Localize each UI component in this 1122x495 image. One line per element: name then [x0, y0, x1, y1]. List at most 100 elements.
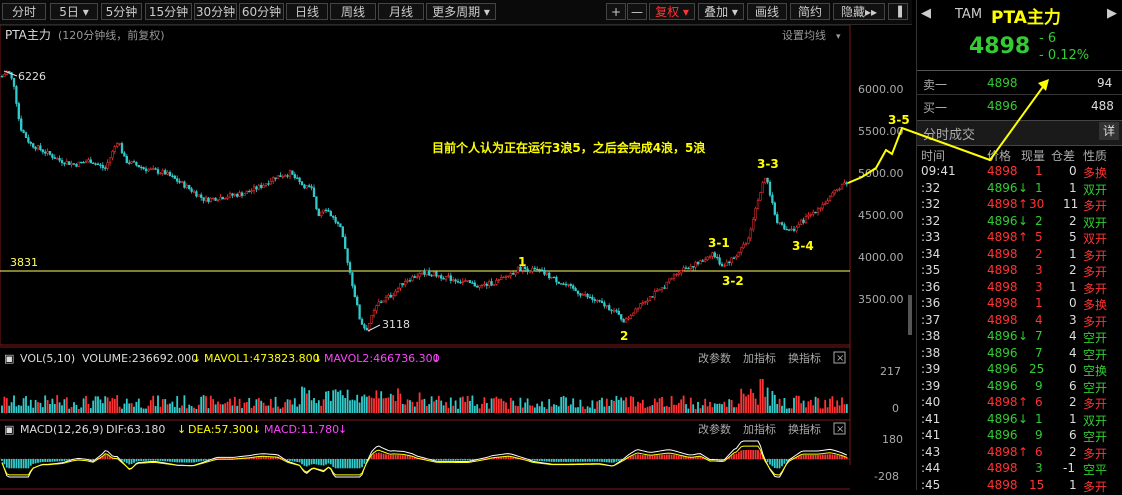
period-5day-button[interactable]: 5日 ▾	[50, 3, 98, 20]
candle-body	[820, 208, 822, 209]
volume-collapse-icon[interactable]: ▣	[4, 352, 14, 365]
candle-body	[318, 209, 320, 216]
candle-body	[810, 214, 812, 215]
macd-bar	[635, 455, 637, 460]
candle-body	[114, 147, 116, 152]
candle-body	[296, 178, 298, 179]
macd-add-indicator-button[interactable]: 加指标	[743, 422, 776, 436]
simple-mode-button[interactable]: 简约	[790, 3, 830, 20]
volume-change-indicator-button[interactable]: 换指标	[788, 351, 821, 365]
volume-bar	[493, 398, 495, 413]
volume-add-indicator-button[interactable]: 加指标	[743, 351, 776, 365]
col-nature: 性质	[1083, 147, 1107, 164]
candle-body	[220, 197, 222, 200]
candle-body	[236, 194, 238, 196]
candle-body	[644, 302, 646, 303]
prev-symbol-icon[interactable]: ◀	[921, 6, 931, 21]
more-periods-button[interactable]: 更多周期 ▾	[426, 3, 496, 20]
zoom-in-button[interactable]: +	[606, 3, 626, 20]
period-weekly-button[interactable]: 周线	[330, 3, 376, 20]
tick-oi-change: 4	[1069, 329, 1077, 343]
volume-bar	[779, 399, 781, 413]
macd-bar	[196, 459, 198, 462]
volume-edit-params-button[interactable]: 改参数	[698, 351, 731, 365]
macd-bar	[124, 459, 126, 462]
volume-bar	[253, 406, 255, 413]
candle-body	[265, 184, 267, 186]
macd-bar	[59, 459, 61, 461]
tick-time: :41	[921, 428, 940, 442]
candle-body	[407, 280, 409, 281]
mavol1-value: MAVOL1:473823.800	[204, 352, 320, 365]
panel-scroll-handle[interactable]	[908, 295, 912, 335]
overlay-button[interactable]: 叠加 ▾	[698, 3, 744, 20]
period-monthly-button[interactable]: 月线	[378, 3, 424, 20]
macd-bar	[390, 455, 392, 459]
candle-body	[368, 323, 370, 330]
close-icon[interactable]: ×	[836, 353, 844, 364]
candle-body	[426, 270, 428, 274]
panel-toggle-icon[interactable]: ▐	[888, 3, 908, 20]
zoom-out-button[interactable]: —	[627, 3, 647, 20]
restore-rights-button[interactable]: 复权 ▾	[649, 3, 695, 20]
candle-body	[541, 270, 543, 271]
candle-body	[121, 143, 123, 153]
draw-line-button[interactable]: 画线	[747, 3, 787, 20]
macd-bar	[18, 459, 20, 468]
candle-body	[172, 176, 174, 177]
volume-bar	[1, 406, 3, 413]
ticks-detail-button[interactable]: 详	[1099, 122, 1119, 140]
macd-bar	[404, 455, 406, 459]
candle-body	[320, 212, 322, 216]
candle-body	[510, 273, 512, 276]
tick-row: :394896250空换	[917, 362, 1122, 379]
hide-button[interactable]: 隐藏▸▸	[833, 3, 885, 20]
candle-body	[472, 283, 474, 284]
volume-bar	[191, 406, 193, 413]
volume-bar	[728, 399, 730, 413]
candle-body	[721, 264, 723, 266]
period-15min-button[interactable]: 15分钟	[145, 3, 192, 20]
macd-bar	[311, 459, 313, 464]
candle-body	[47, 151, 49, 153]
ask1-row: 卖一 4898 94	[917, 76, 1122, 93]
candle-body	[373, 311, 375, 316]
candle-body	[481, 285, 483, 286]
ma-settings-button[interactable]: 设置均线	[782, 28, 826, 42]
candle-body	[354, 286, 356, 297]
candle-body	[136, 162, 138, 165]
volume-bar	[155, 406, 157, 413]
candle-body	[846, 183, 848, 184]
tick-nature: 空换	[1083, 362, 1107, 379]
period-60min-button[interactable]: 60分钟	[239, 3, 284, 20]
volume-bar	[200, 397, 202, 413]
volume-bar	[548, 399, 550, 413]
candle-body	[1, 76, 3, 77]
chevron-down-icon: ▾	[83, 5, 89, 19]
macd-bar	[32, 459, 34, 464]
volume-bar	[167, 404, 169, 413]
volume-bar	[685, 404, 687, 413]
macd-bar	[313, 459, 315, 464]
next-symbol-icon[interactable]: ▶	[1107, 6, 1117, 21]
close-icon[interactable]: ×	[836, 424, 844, 435]
period-intraday-button[interactable]: 分时	[2, 3, 46, 20]
volume-bar	[49, 404, 51, 413]
tick-row: :434898↑62多开	[917, 445, 1122, 462]
period-daily-button[interactable]: 日线	[286, 3, 328, 20]
period-30min-button[interactable]: 30分钟	[194, 3, 237, 20]
volume-bar	[594, 409, 596, 413]
volume-bar	[604, 407, 606, 413]
macd-bar	[760, 452, 762, 459]
macd-bar	[563, 459, 565, 462]
volume-bar	[445, 402, 447, 413]
macd-change-indicator-button[interactable]: 换指标	[788, 422, 821, 436]
macd-collapse-icon[interactable]: ▣	[4, 423, 14, 436]
tick-nature: 多换	[1083, 164, 1107, 181]
tick-nature: 空开	[1083, 379, 1107, 396]
tick-oi-change: 0	[1069, 362, 1077, 376]
macd-bar	[757, 450, 759, 459]
volume-bar	[752, 393, 754, 413]
period-5min-button[interactable]: 5分钟	[101, 3, 142, 20]
macd-edit-params-button[interactable]: 改参数	[698, 422, 731, 436]
